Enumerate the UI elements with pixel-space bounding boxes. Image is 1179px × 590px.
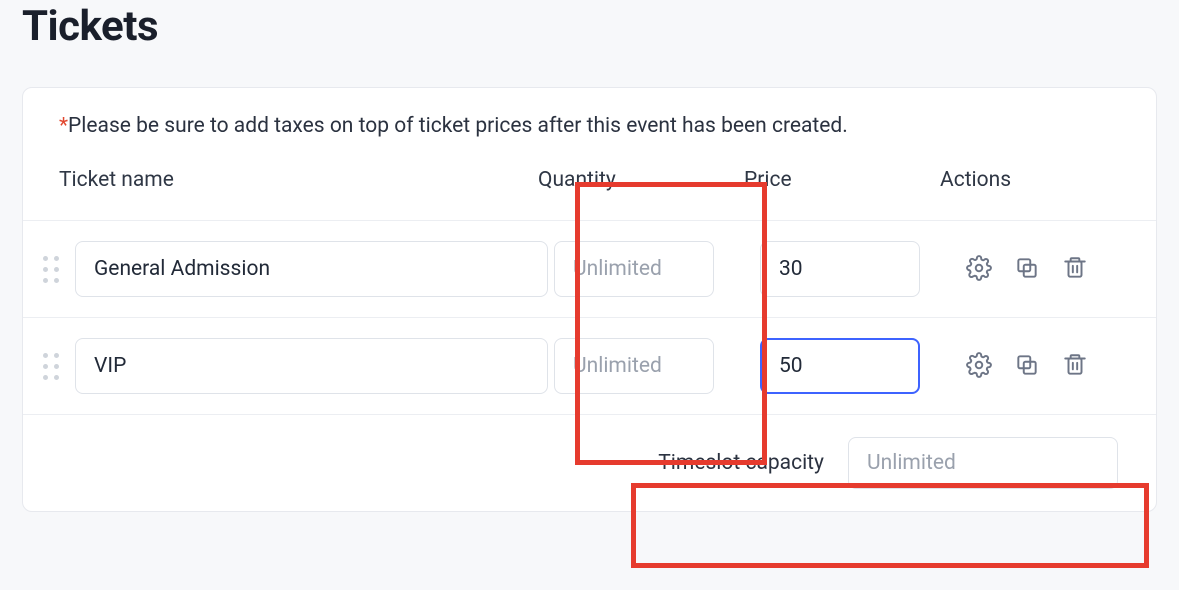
col-header-price: Price xyxy=(744,168,924,192)
table-header-row: Ticket name Quantity Price Actions xyxy=(23,158,1156,220)
col-header-actions: Actions xyxy=(940,168,1120,192)
drag-handle-icon[interactable] xyxy=(37,256,65,283)
duplicate-icon xyxy=(1014,255,1040,284)
ticket-quantity-input[interactable] xyxy=(554,241,714,297)
settings-button[interactable] xyxy=(964,254,994,284)
duplicate-button[interactable] xyxy=(1012,254,1042,284)
delete-button[interactable] xyxy=(1060,254,1090,284)
ticket-quantity-input[interactable] xyxy=(554,338,714,394)
gear-icon xyxy=(966,255,992,284)
ticket-name-input[interactable] xyxy=(75,241,548,297)
page-title: Tickets xyxy=(22,2,1157,51)
tax-note-text: Please be sure to add taxes on top of ti… xyxy=(68,114,848,138)
trash-icon xyxy=(1062,255,1088,284)
required-asterisk: * xyxy=(59,114,68,138)
ticket-price-input[interactable] xyxy=(760,241,920,297)
gear-icon xyxy=(966,352,992,381)
table-row xyxy=(23,220,1156,317)
col-header-name: Ticket name xyxy=(59,168,522,192)
ticket-price-input[interactable] xyxy=(760,338,920,394)
timeslot-capacity-label: Timeslot capacity xyxy=(658,451,824,475)
duplicate-button[interactable] xyxy=(1012,351,1042,381)
timeslot-capacity-row: Timeslot capacity xyxy=(23,414,1156,511)
tax-note: *Please be sure to add taxes on top of t… xyxy=(23,88,1156,158)
trash-icon xyxy=(1062,352,1088,381)
delete-button[interactable] xyxy=(1060,351,1090,381)
settings-button[interactable] xyxy=(964,351,994,381)
tickets-card: *Please be sure to add taxes on top of t… xyxy=(22,87,1157,512)
duplicate-icon xyxy=(1014,352,1040,381)
drag-handle-icon[interactable] xyxy=(37,353,65,380)
tickets-table: Ticket name Quantity Price Actions xyxy=(23,158,1156,511)
timeslot-capacity-input[interactable] xyxy=(848,437,1118,489)
col-header-quantity: Quantity xyxy=(538,168,728,192)
ticket-name-input[interactable] xyxy=(75,338,548,394)
table-row xyxy=(23,317,1156,414)
